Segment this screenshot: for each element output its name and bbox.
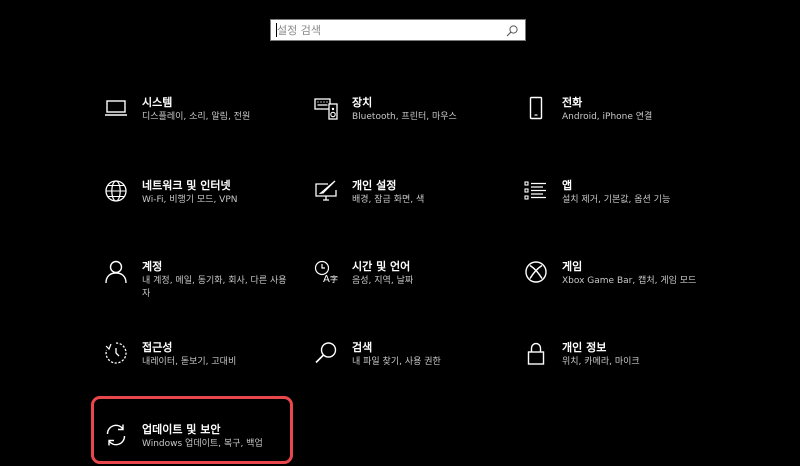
svg-text:字: 字: [330, 274, 338, 284]
search-magnifier-icon: [314, 341, 338, 365]
tile-system[interactable]: 시스템 디스플레이, 소리, 알림, 전원: [104, 94, 304, 148]
paint-monitor-icon: [314, 179, 338, 203]
tile-description: 내 계정, 메일, 동기화, 회사, 다른 사용자: [142, 276, 287, 299]
tile-description: Android, iPhone 연결: [562, 112, 653, 122]
phone-icon: [524, 96, 548, 120]
tile-title: 게임: [562, 260, 583, 273]
tile-search[interactable]: 검색 내 파일 찾기, 사용 권한: [314, 339, 514, 393]
tile-network[interactable]: 네트워크 및 인터넷 Wi-Fi, 비행기 모드, VPN: [104, 177, 304, 231]
search-icon[interactable]: [505, 23, 519, 37]
ease-of-access-icon: [104, 341, 128, 365]
tile-description: Bluetooth, 프린터, 마우스: [352, 112, 457, 122]
tile-title: 계정: [142, 260, 163, 273]
lock-icon: [524, 341, 548, 365]
settings-home: 시스템 디스플레이, 소리, 알림, 전원 장치 Bluetooth, 프린터,…: [0, 0, 800, 466]
tile-description: Xbox Game Bar, 캡처, 게임 모드: [562, 276, 697, 286]
tile-title: 시스템: [142, 96, 173, 109]
app-list-icon: [524, 179, 548, 203]
tile-description: 내레이터, 돋보기, 고대비: [142, 357, 237, 367]
laptop-icon: [104, 96, 128, 120]
tile-description: 배경, 잠금 화면, 색: [352, 195, 425, 205]
text-caret: [276, 23, 277, 37]
tile-description: 위치, 카메라, 마이크: [562, 357, 640, 367]
tile-title: 개인 설정: [352, 179, 397, 192]
keyboard-speaker-icon: [314, 96, 338, 120]
tile-personalization[interactable]: 개인 설정 배경, 잠금 화면, 색: [314, 177, 514, 231]
search-box[interactable]: [270, 19, 526, 41]
person-icon: [104, 260, 128, 284]
tile-devices[interactable]: 장치 Bluetooth, 프린터, 마우스: [314, 94, 514, 148]
tile-accounts[interactable]: 계정 내 계정, 메일, 동기화, 회사, 다른 사용자: [104, 258, 304, 312]
tile-title: 시간 및 언어: [352, 260, 411, 273]
tile-time-language[interactable]: A字 시간 및 언어 음성, 지역, 날짜: [314, 258, 514, 312]
highlight-annotation: [91, 396, 293, 464]
tile-title: 전화: [562, 96, 583, 109]
globe-icon: [104, 179, 128, 203]
xbox-icon: [524, 260, 548, 284]
tile-title: 검색: [352, 341, 373, 354]
svg-text:A: A: [323, 274, 330, 284]
tile-phone[interactable]: 전화 Android, iPhone 연결: [524, 94, 724, 148]
tile-privacy[interactable]: 개인 정보 위치, 카메라, 마이크: [524, 339, 724, 393]
tile-title: 장치: [352, 96, 373, 109]
tile-ease-of-access[interactable]: 접근성 내레이터, 돋보기, 고대비: [104, 339, 304, 393]
tile-description: 설치 제거, 기본값, 옵션 기능: [562, 195, 671, 205]
tile-description: 디스플레이, 소리, 알림, 전원: [142, 112, 251, 122]
tile-apps[interactable]: 앱 설치 제거, 기본값, 옵션 기능: [524, 177, 724, 231]
search-input[interactable]: [271, 20, 501, 40]
tile-title: 앱: [562, 179, 573, 192]
tile-description: 음성, 지역, 날짜: [352, 276, 414, 286]
tile-description: Wi-Fi, 비행기 모드, VPN: [142, 195, 238, 205]
tile-description: 내 파일 찾기, 사용 권한: [352, 357, 441, 367]
tile-gaming[interactable]: 게임 Xbox Game Bar, 캡처, 게임 모드: [524, 258, 724, 312]
tile-title: 접근성: [142, 341, 173, 354]
tile-title: 개인 정보: [562, 341, 607, 354]
time-language-icon: A字: [314, 260, 338, 284]
tile-title: 네트워크 및 인터넷: [142, 179, 231, 192]
